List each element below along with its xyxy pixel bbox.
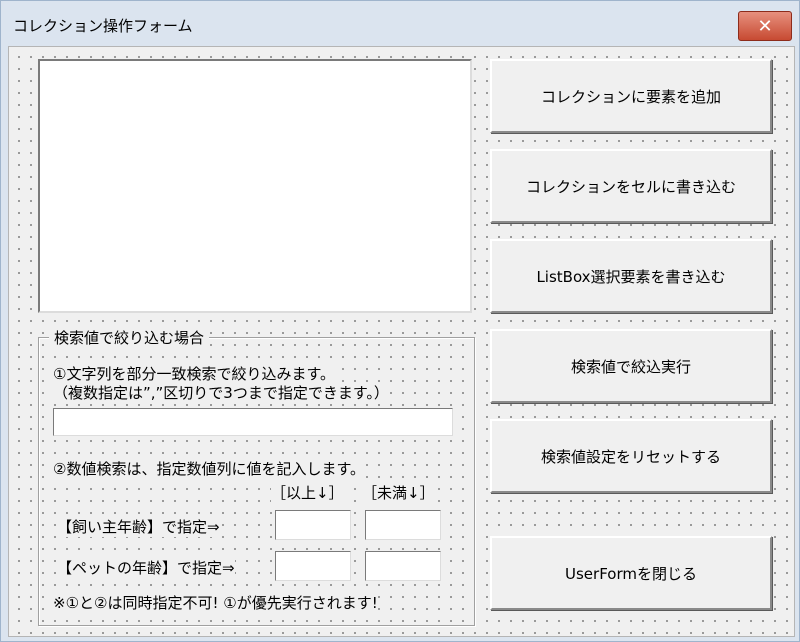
min-column-header: ［以上↓］ bbox=[271, 482, 344, 503]
owner-age-label: 【飼い主年齢】で指定⇒ bbox=[57, 516, 220, 537]
pet-age-label: 【ペットの年齢】で指定⇒ bbox=[57, 557, 235, 578]
filter-frame-caption: 検索値で絞り込む場合 bbox=[49, 327, 210, 348]
add-element-button[interactable]: コレクションに要素を追加 bbox=[490, 59, 772, 133]
window-close-button[interactable]: ✕ bbox=[738, 11, 792, 41]
reset-search-button[interactable]: 検索値設定をリセットする bbox=[490, 419, 772, 493]
text-search-input[interactable] bbox=[53, 408, 453, 436]
collection-listbox[interactable] bbox=[38, 59, 472, 313]
close-icon: ✕ bbox=[757, 15, 773, 37]
window-title: コレクション操作フォーム bbox=[13, 17, 193, 35]
userform-window: コレクション操作フォーム ✕ コレクションに要素を追加 コレクションをセルに書き… bbox=[0, 0, 800, 642]
text-search-label-line1: ①文字列を部分一致検索で絞り込みます。 bbox=[53, 363, 335, 384]
filter-frame: 検索値で絞り込む場合 ①文字列を部分一致検索で絞り込みます。 （複数指定は”,”… bbox=[38, 327, 475, 626]
title-bar[interactable]: コレクション操作フォーム ✕ bbox=[1, 1, 799, 45]
filter-execute-button[interactable]: 検索値で絞込実行 bbox=[490, 329, 772, 403]
pet-age-max-input[interactable] bbox=[365, 551, 441, 581]
owner-age-min-input[interactable] bbox=[275, 510, 351, 540]
numeric-search-label: ②数値検索は、指定数値列に値を記入します。 bbox=[53, 458, 365, 479]
text-search-label-line2: （複数指定は”,”区切りで3つまで指定できます。） bbox=[53, 382, 389, 403]
write-collection-to-cells-button[interactable]: コレクションをセルに書き込む bbox=[490, 149, 772, 223]
form-client-area: コレクションに要素を追加 コレクションをセルに書き込む ListBox選択要素を… bbox=[8, 46, 795, 637]
pet-age-min-input[interactable] bbox=[275, 551, 351, 581]
precedence-note: ※①と②は同時指定不可! ①が優先実行されます! bbox=[53, 592, 378, 613]
max-column-header: ［未満↓］ bbox=[362, 482, 435, 503]
write-listbox-selection-button[interactable]: ListBox選択要素を書き込む bbox=[490, 239, 772, 313]
close-userform-button[interactable]: UserFormを閉じる bbox=[490, 536, 772, 610]
owner-age-max-input[interactable] bbox=[365, 510, 441, 540]
